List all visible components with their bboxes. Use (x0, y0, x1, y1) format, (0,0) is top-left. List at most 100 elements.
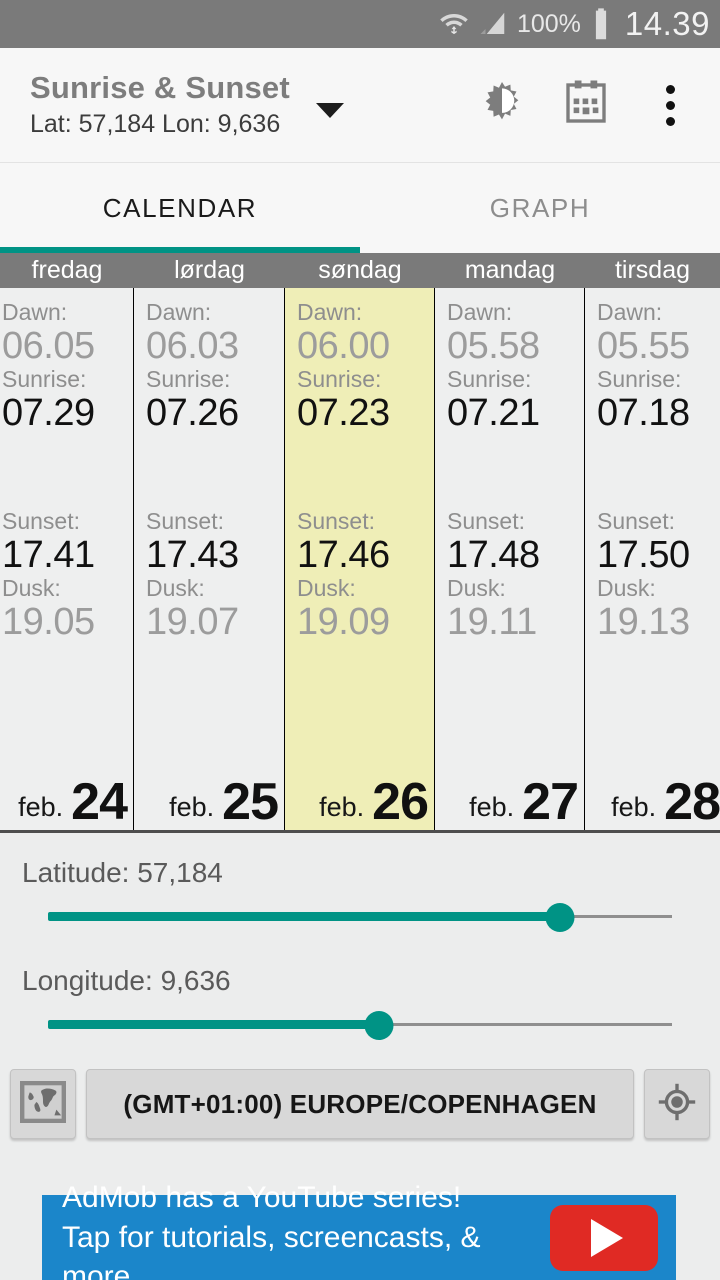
ad-subline: Tap for tutorials, screencasts, & more. (62, 1220, 481, 1280)
day-name-header: fredag lørdag søndag mandag tirsdag (0, 253, 720, 288)
ad-headline: AdMob has a YouTube series! (62, 1180, 462, 1214)
sunset-value-2: 17.46 (297, 533, 390, 576)
dusk-value-0: 19.05 (2, 600, 95, 643)
dawn-value-4: 05.55 (597, 324, 690, 367)
sunset-label-4: Sunset: (597, 507, 675, 534)
day-name-2: søndag (318, 256, 402, 284)
dusk-value-1: 19.07 (146, 600, 239, 643)
sunrise-label-3: Sunrise: (447, 366, 532, 393)
dawn-value-3: 05.58 (447, 324, 540, 367)
day-column-4[interactable]: Dawn: 05.55 Sunrise: 07.18 Sunset: 17.50… (585, 288, 720, 830)
location-dropdown-button[interactable] (315, 48, 344, 162)
dusk-value-2: 19.09 (297, 600, 390, 643)
dawn-label-0: Dawn: (2, 299, 68, 325)
latitude-slider[interactable] (48, 889, 672, 947)
sun-mode-button[interactable] (460, 63, 544, 147)
tab-calendar[interactable]: CALENDAR (0, 163, 360, 253)
overflow-menu-button[interactable] (628, 63, 712, 147)
date-number-0: 24 (71, 773, 128, 830)
longitude-label: Longitude: 9,636 (22, 965, 231, 996)
chevron-down-icon (315, 102, 344, 118)
bottom-button-row: (GMT+01:00) EUROPE/COPENHAGEN (0, 1055, 720, 1139)
date-footer-1: feb. 25 (134, 760, 284, 830)
dusk-label-3: Dusk: (447, 575, 506, 602)
date-number-1: 25 (222, 773, 279, 830)
battery-full-icon (590, 7, 612, 41)
my-location-icon (654, 1079, 700, 1130)
day-name-0: fredag (31, 256, 103, 284)
date-footer-3: feb. 27 (435, 760, 584, 830)
sunset-label-1: Sunset: (146, 507, 224, 534)
appbar-actions (460, 63, 720, 147)
dusk-label-0: Dusk: (2, 575, 61, 602)
world-map-button[interactable] (10, 1069, 76, 1139)
month-label-4: feb. (611, 792, 657, 822)
day-column-3[interactable]: Dawn: 05.58 Sunrise: 07.21 Sunset: 17.48… (435, 288, 585, 830)
longitude-slider[interactable] (48, 997, 672, 1055)
latitude-slider-fill (48, 912, 560, 921)
page-title: Sunrise & Sunset (30, 70, 290, 106)
calendar-grid: Dawn: 06.05 Sunrise: 07.29 Sunset: 17.41… (0, 288, 720, 833)
status-clock: 14.39 (624, 5, 710, 42)
battery-percent-label: 100% (516, 9, 581, 38)
day-column-2[interactable]: Dawn: 06.00 Sunrise: 07.23 Sunset: 17.46… (285, 288, 435, 830)
dusk-label-1: Dusk: (146, 575, 205, 602)
dusk-label-2: Dusk: (297, 575, 356, 602)
title-block: Sunrise & Sunset Lat: 57,184 Lon: 9,636 (0, 70, 290, 140)
world-map-icon (19, 1080, 67, 1128)
day-name-4: tirsdag (614, 256, 691, 284)
day-column-0[interactable]: Dawn: 06.05 Sunrise: 07.29 Sunset: 17.41… (0, 288, 134, 830)
sunrise-label-2: Sunrise: (297, 366, 382, 393)
day-column-2-times: Dawn: 06.00 Sunrise: 07.23 Sunset: 17.46… (285, 288, 434, 830)
calendar-icon (559, 76, 613, 135)
date-number-4: 28 (664, 773, 720, 830)
sunrise-label-4: Sunrise: (597, 366, 682, 393)
sunset-value-1: 17.43 (146, 533, 239, 576)
sunset-label-2: Sunset: (297, 507, 375, 534)
month-label-0: feb. (18, 792, 64, 822)
sunset-label-3: Sunset: (447, 507, 525, 534)
sunrise-value-1: 07.26 (146, 392, 239, 435)
dawn-value-1: 06.03 (146, 324, 239, 367)
sun-half-icon (474, 75, 530, 136)
ad-text-block: AdMob has a YouTube series! Tap for tuto… (42, 1178, 550, 1280)
dawn-value-0: 06.05 (2, 324, 95, 367)
dawn-value-2: 06.00 (297, 324, 390, 367)
longitude-slider-thumb[interactable] (364, 1011, 394, 1040)
youtube-play-icon[interactable] (550, 1204, 658, 1271)
app-screen: 100% 14.39 Sunrise & Sunset Lat: 57,184 … (0, 0, 720, 1280)
overflow-menu-icon (665, 84, 675, 126)
play-triangle-icon (591, 1218, 623, 1257)
day-name-1: lørdag (174, 256, 245, 284)
day-column-1[interactable]: Dawn: 06.03 Sunrise: 07.26 Sunset: 17.43… (134, 288, 285, 830)
tab-bar: CALENDAR GRAPH (0, 163, 720, 253)
wifi-icon (439, 9, 469, 39)
timezone-button[interactable]: (GMT+01:00) EUROPE/COPENHAGEN (86, 1069, 634, 1139)
calendar-picker-button[interactable] (544, 63, 628, 147)
coordinates-subtitle: Lat: 57,184 Lon: 9,636 (30, 109, 281, 138)
dusk-label-4: Dusk: (597, 575, 656, 602)
my-location-button[interactable] (644, 1069, 710, 1139)
dawn-label-2: Dawn: (297, 299, 363, 325)
dawn-label-3: Dawn: (447, 299, 513, 325)
ad-banner[interactable]: AdMob has a YouTube series! Tap for tuto… (42, 1181, 676, 1280)
dawn-label-4: Dawn: (597, 299, 663, 325)
sunrise-value-0: 07.29 (2, 392, 95, 435)
dusk-value-3: 19.11 (447, 600, 537, 643)
day-name-3: mandag (464, 256, 556, 284)
dawn-label-1: Dawn: (146, 299, 212, 325)
latitude-slider-thumb[interactable] (545, 903, 575, 932)
month-label-1: feb. (169, 792, 215, 822)
date-footer-0: feb. 24 (0, 760, 133, 830)
latitude-label: Latitude: 57,184 (22, 857, 223, 888)
month-label-3: feb. (469, 792, 515, 822)
sunset-label-0: Sunset: (2, 507, 80, 534)
coordinate-sliders: Latitude: 57,184 Longitude: 9,636 (0, 833, 720, 1055)
tab-graph[interactable]: GRAPH (360, 163, 720, 253)
sunrise-value-3: 07.21 (447, 392, 540, 435)
calendar-view: fredag lørdag søndag mandag tirsdag Dawn… (0, 253, 720, 833)
sunset-value-0: 17.41 (2, 533, 95, 576)
status-bar: 100% 14.39 (0, 0, 720, 48)
day-column-4-times: Dawn: 05.55 Sunrise: 07.18 Sunset: 17.50… (585, 288, 720, 830)
sunrise-value-4: 07.18 (597, 392, 690, 435)
